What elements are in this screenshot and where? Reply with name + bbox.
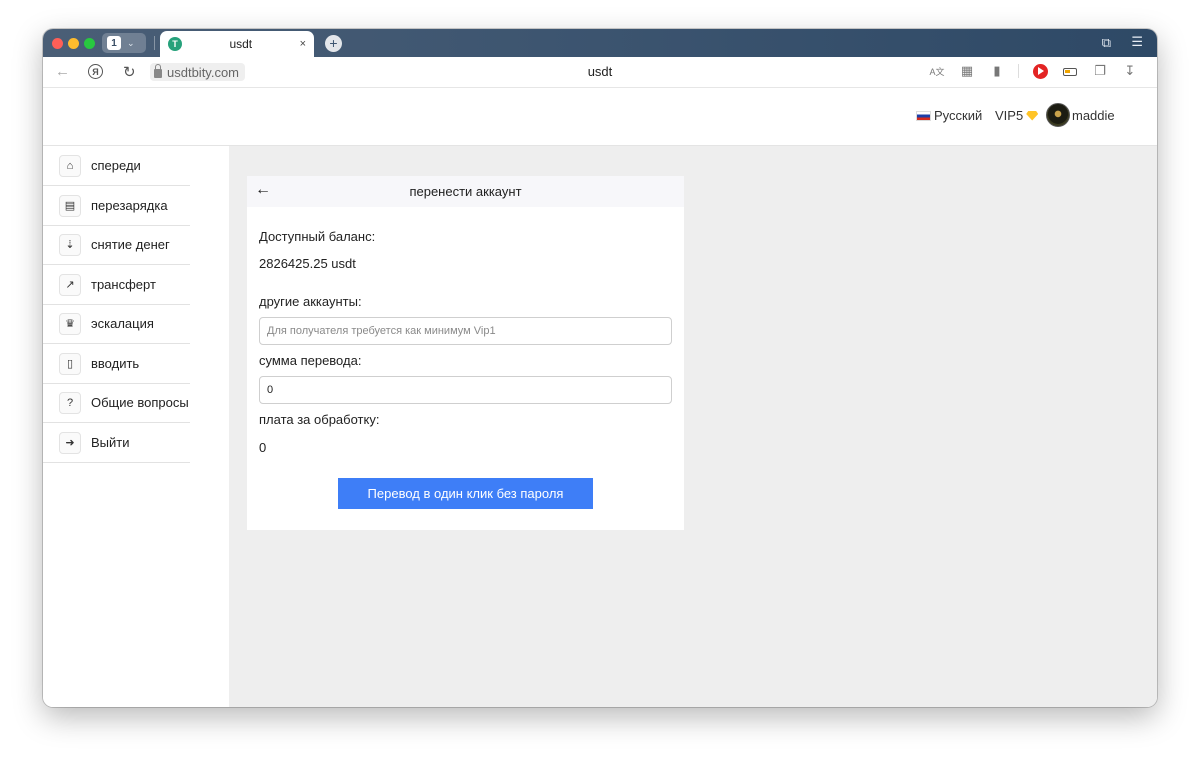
balance-label: Доступный баланс:	[259, 229, 376, 244]
home-icon: ⌂	[59, 154, 81, 177]
avatar	[1046, 103, 1070, 127]
sidebar-item-home[interactable]: ⌂ спереди	[43, 146, 190, 186]
tab-usdt[interactable]: T usdt ×	[160, 31, 314, 57]
browser-window: 1 ⌄ T usdt × + ⧉ ☰ ← Я ↻ usdtbity.com us…	[43, 29, 1157, 707]
question-icon: ?	[59, 391, 81, 414]
sidebar-item-recharge[interactable]: ▤ перезарядка	[43, 186, 190, 226]
vip-label: VIP5	[995, 108, 1024, 123]
card-header: ← перенести аккаунт	[247, 176, 684, 207]
bookmark-icon[interactable]: ▮	[982, 63, 1012, 79]
tab-divider	[154, 36, 155, 50]
balance-value: 2826425.25 usdt	[259, 256, 356, 271]
document-icon: ▯	[59, 352, 81, 375]
user-menu[interactable]: maddie	[1046, 103, 1115, 127]
vip-badge[interactable]: VIP5	[995, 108, 1039, 123]
language-label: Русский	[934, 108, 983, 123]
extensions-icon[interactable]: ❐	[1085, 63, 1115, 79]
recipient-account-input[interactable]	[259, 317, 672, 345]
tabs-overview-icon[interactable]: ⧉	[1102, 35, 1111, 51]
card-title: перенести аккаунт	[409, 184, 522, 199]
minimize-window-button[interactable]	[68, 38, 79, 49]
reader-mode-icon[interactable]: ▦	[952, 63, 982, 79]
url-field[interactable]: usdtbity.com	[150, 63, 246, 81]
back-arrow-icon[interactable]: ←	[55, 63, 70, 80]
wallet-icon: ▤	[59, 194, 81, 217]
sidebar-item-label: трансферт	[91, 277, 156, 292]
back-arrow-icon[interactable]: ←	[255, 181, 271, 199]
sidebar-item-enter[interactable]: ▯ вводить	[43, 344, 190, 384]
tether-favicon-icon: T	[168, 37, 182, 51]
translate-icon[interactable]: A文	[922, 65, 952, 78]
fee-value: 0	[259, 440, 267, 455]
toolbar-divider	[1018, 64, 1019, 78]
sidebar-item-transfer[interactable]: ↗ трансферт	[43, 265, 190, 305]
language-selector[interactable]: Русский	[916, 108, 982, 123]
lock-icon	[154, 63, 162, 78]
fee-label: плата за обработку:	[259, 412, 380, 427]
record-icon[interactable]	[1025, 63, 1055, 79]
address-bar-actions: A文 ▦ ▮ ❐ ↧	[922, 63, 1145, 79]
sidebar-item-withdraw[interactable]: ⇣ снятие денег	[43, 225, 190, 265]
sidebar-item-label: Общие вопросы	[91, 395, 189, 410]
battery-icon[interactable]	[1055, 64, 1085, 79]
maximize-window-button[interactable]	[84, 38, 95, 49]
sidebar-item-label: перезарядка	[91, 198, 168, 213]
yandex-icon[interactable]: Я	[88, 64, 103, 79]
chevron-down-icon: ⌄	[127, 37, 135, 48]
amount-input[interactable]	[259, 376, 672, 404]
logout-icon: ➜	[59, 431, 81, 454]
sidebar-item-label: снятие денег	[91, 237, 170, 252]
transfer-card: ← перенести аккаунт Доступный баланс: 28…	[247, 176, 684, 530]
download-icon[interactable]: ↧	[1115, 63, 1145, 79]
site-header: Русский VIP5 maddie	[43, 88, 1157, 146]
sidebar-item-label: спереди	[91, 158, 141, 173]
crown-icon: ♛	[59, 312, 81, 335]
url-text: usdtbity.com	[167, 64, 240, 80]
tab-close-icon[interactable]: ×	[300, 38, 306, 50]
menu-icon[interactable]: ☰	[1131, 34, 1143, 50]
sidebar-item-escalation[interactable]: ♛ эскалация	[43, 304, 190, 344]
transfer-submit-button[interactable]: Перевод в один клик без пароля	[338, 478, 593, 509]
sidebar-item-label: вводить	[91, 356, 140, 371]
sidebar-item-label: Выйти	[91, 435, 130, 450]
address-bar: ← Я ↻ usdtbity.com usdt A文 ▦ ▮ ❐ ↧	[43, 57, 1157, 88]
main-content: ← перенести аккаунт Доступный баланс: 28…	[229, 146, 1157, 707]
sidebar-item-faq[interactable]: ? Общие вопросы	[43, 383, 190, 423]
diamond-icon	[1026, 110, 1039, 121]
tab-group-button[interactable]: 1 ⌄	[102, 33, 146, 53]
tab-strip: 1 ⌄ T usdt × + ⧉ ☰	[43, 29, 1157, 57]
close-window-button[interactable]	[52, 38, 63, 49]
reload-icon[interactable]: ↻	[123, 63, 136, 81]
accounts-label: другие аккаунты:	[259, 294, 362, 309]
tab-group-count: 1	[107, 36, 121, 50]
transfer-icon: ↗	[59, 273, 81, 296]
username: maddie	[1072, 107, 1115, 123]
sidebar: ⌂ спереди ▤ перезарядка ⇣ снятие денег ↗…	[43, 146, 229, 707]
withdraw-icon: ⇣	[59, 233, 81, 256]
sidebar-item-label: эскалация	[91, 316, 154, 331]
tab-title: usdt	[229, 37, 253, 51]
new-tab-button[interactable]: +	[325, 35, 342, 52]
sidebar-item-logout[interactable]: ➜ Выйти	[43, 423, 190, 463]
russia-flag-icon	[916, 110, 931, 121]
amount-label: сумма перевода:	[259, 353, 362, 368]
